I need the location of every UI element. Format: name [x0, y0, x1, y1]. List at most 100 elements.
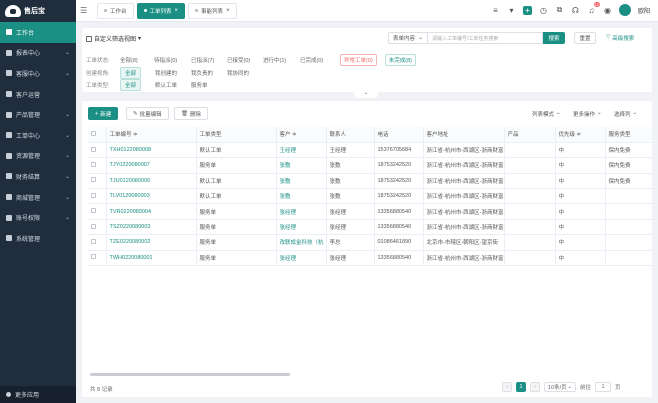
column-header[interactable]: 客户 ≑ — [276, 127, 327, 143]
next-page-button[interactable]: › — [530, 382, 540, 392]
delete-button[interactable]: 🗑 删除 — [174, 107, 208, 120]
table-link-cell[interactable]: TSZ0220080003 — [106, 219, 197, 236]
search-button[interactable]: 搜索 — [543, 32, 565, 44]
column-header[interactable]: 电话 — [374, 127, 424, 143]
menu-icon[interactable]: ≡ — [491, 6, 500, 15]
logo[interactable]: 售后宝 — [0, 0, 76, 22]
table-row[interactable]: TJY0220080007 服务单 张敷 张敷 18753242520 浙江省-杭州市-西… — [88, 157, 652, 174]
custom-view-dropdown[interactable]: 自定义筛选视图 ▾ — [86, 34, 141, 43]
row-select-cell[interactable] — [88, 219, 107, 236]
table-link-cell[interactable]: 张敷 — [276, 157, 327, 174]
headset-icon[interactable]: ☊ — [571, 6, 580, 15]
table-row[interactable]: TZE0220080002 服务单 改联成金科技（杭 李总 01086461890 北京市… — [88, 234, 652, 251]
collapse-filter-handle[interactable]: ⌃ — [354, 92, 378, 99]
sidebar-item-1[interactable]: 报表中心 ⌄ — [0, 43, 76, 64]
sidebar-item-3[interactable]: 客户运营 — [0, 84, 76, 105]
table-link-cell[interactable]: 张经理 — [276, 250, 327, 267]
goto-page-input[interactable]: 1 — [595, 382, 612, 392]
filter-option[interactable]: 全部 — [120, 67, 142, 79]
column-header[interactable]: 客户地址 — [423, 127, 505, 143]
filter-option[interactable]: 已接受(0) — [227, 56, 263, 64]
table-row[interactable]: TJU0120080006 默认工单 张敷 张敷 18753242520 浙江省-杭州市-… — [88, 173, 652, 190]
sidebar-item-2[interactable]: 客服中心 ⌄ — [0, 63, 76, 84]
table-link-cell[interactable]: TZE0220080002 — [106, 234, 197, 251]
menu-toggle-icon[interactable]: ☰ — [80, 6, 94, 15]
filter-option[interactable]: 默认工单 — [155, 81, 191, 89]
column-header[interactable]: 优先级 ≑ — [555, 127, 606, 143]
table-link-cell[interactable]: 张经理 — [276, 219, 327, 236]
column-header[interactable]: 工单类型 — [196, 127, 277, 143]
select-all-cell[interactable] — [88, 127, 107, 143]
more-ops-dropdown[interactable]: 更多操作 ⌄ — [573, 110, 602, 118]
row-checkbox[interactable] — [91, 238, 96, 244]
filter-option[interactable]: 异常工单(0) — [340, 54, 377, 66]
plus-icon[interactable]: + — [522, 5, 532, 15]
column-header[interactable]: 服务类型 — [605, 127, 652, 143]
filter-option[interactable]: 我创建的 — [155, 69, 191, 77]
filter-option[interactable]: 全部(8) — [120, 56, 154, 64]
row-checkbox[interactable] — [91, 192, 96, 198]
table-link-cell[interactable]: TLV0120080003 — [106, 188, 197, 205]
select-all-checkbox[interactable] — [91, 130, 96, 136]
more-apps-button[interactable]: 更多应用 — [0, 386, 76, 403]
list-mode-dropdown[interactable]: 列表模式 ⌄ — [532, 110, 561, 118]
page-1[interactable]: 1 — [516, 382, 526, 392]
row-checkbox[interactable] — [91, 177, 96, 183]
table-link-cell[interactable]: 张敷 — [276, 188, 327, 205]
copy-icon[interactable]: ⧉ — [555, 5, 564, 15]
table-link-cell[interactable]: TJU0120080006 — [106, 173, 197, 190]
search-field-select[interactable]: 表单内容 ⌄ — [388, 32, 428, 44]
help-icon[interactable]: ◉ — [603, 6, 612, 15]
avatar[interactable] — [618, 4, 631, 16]
new-button[interactable]: + 新建 — [88, 107, 119, 120]
page-size-select[interactable]: 10条/页 ⌄ — [544, 382, 576, 392]
table-row[interactable]: TWH0220080001 服务单 张经理 张经理 13356880540 浙江省-杭州市… — [88, 250, 652, 267]
filter-option[interactable]: 我负责的 — [191, 69, 227, 77]
sidebar-item-0[interactable]: 工作台 — [0, 22, 76, 43]
row-select-cell[interactable] — [88, 203, 107, 220]
table-row[interactable]: TVR0220080004 服务单 张经理 张经理 13356880540 浙江省-杭州市… — [88, 203, 652, 220]
table-link-cell[interactable]: 张敷 — [276, 173, 327, 190]
sidebar-item-7[interactable]: 财务结算 ⌄ — [0, 166, 76, 187]
filter-option[interactable]: 待指派(0) — [154, 56, 191, 64]
column-header[interactable]: 工单编号 ≑ — [106, 127, 197, 143]
table-link-cell[interactable]: TJY0220080007 — [106, 157, 197, 174]
select-columns-dropdown[interactable]: 选择列 ⌄ — [614, 110, 637, 118]
table-row[interactable]: TLV0120080003 默认工单 张敷 张敷 18753242520 浙江省-杭州市-… — [88, 188, 652, 205]
row-select-cell[interactable] — [88, 157, 107, 174]
search-input[interactable]: 请输入工单编号/工单任务搜索 — [428, 32, 543, 44]
sidebar-item-6[interactable]: 资源管理 ⌄ — [0, 146, 76, 167]
close-icon[interactable]: × — [226, 8, 230, 14]
table-row[interactable]: TXH0122080008 默认工单 王经理 王经理 15376705684 浙江省-杭州… — [88, 142, 652, 159]
horizontal-scrollbar[interactable] — [90, 373, 290, 376]
row-select-cell[interactable] — [88, 188, 107, 205]
column-header[interactable]: 产品 — [504, 127, 556, 143]
row-select-cell[interactable] — [88, 250, 107, 267]
filter-option[interactable]: 已完成(0) — [300, 56, 340, 64]
tab-2[interactable]: 事能列表 × — [188, 2, 237, 19]
sidebar-item-10[interactable]: 系统管理 — [0, 228, 76, 249]
filter-option[interactable]: 全部 — [120, 79, 142, 91]
filter-option[interactable]: 服务单 — [191, 81, 227, 89]
sidebar-item-5[interactable]: 工单中心 ⌄ — [0, 125, 76, 146]
row-select-cell[interactable] — [88, 234, 107, 251]
table-link-cell[interactable]: 改联成金科技（杭 — [276, 234, 327, 251]
reset-button[interactable]: 重置 — [574, 32, 596, 44]
prev-page-button[interactable]: ‹ — [502, 382, 512, 392]
table-link-cell[interactable]: TWH0220080001 — [106, 250, 197, 267]
sidebar-item-8[interactable]: 商城管理 ⌄ — [0, 187, 76, 208]
row-checkbox[interactable] — [91, 208, 96, 214]
dropdown-icon[interactable]: ▾ — [507, 6, 516, 15]
tab-1[interactable]: 工单列表 × — [136, 2, 186, 19]
row-checkbox[interactable] — [91, 161, 96, 167]
filter-option[interactable]: 我协同的 — [227, 69, 263, 77]
tab-0[interactable]: 工作台 — [97, 2, 134, 19]
filter-option[interactable]: 未完成(8) — [384, 54, 416, 66]
table-row[interactable]: TSZ0220080003 服务单 张经理 张经理 13356880540 浙江省-杭州市… — [88, 219, 652, 236]
table-link-cell[interactable]: 王经理 — [276, 142, 327, 159]
row-select-cell[interactable] — [88, 142, 107, 159]
username[interactable]: 欧阳 — [638, 6, 650, 15]
row-checkbox[interactable] — [91, 146, 96, 152]
row-checkbox[interactable] — [91, 254, 96, 260]
column-header[interactable]: 联系人 — [326, 127, 375, 143]
